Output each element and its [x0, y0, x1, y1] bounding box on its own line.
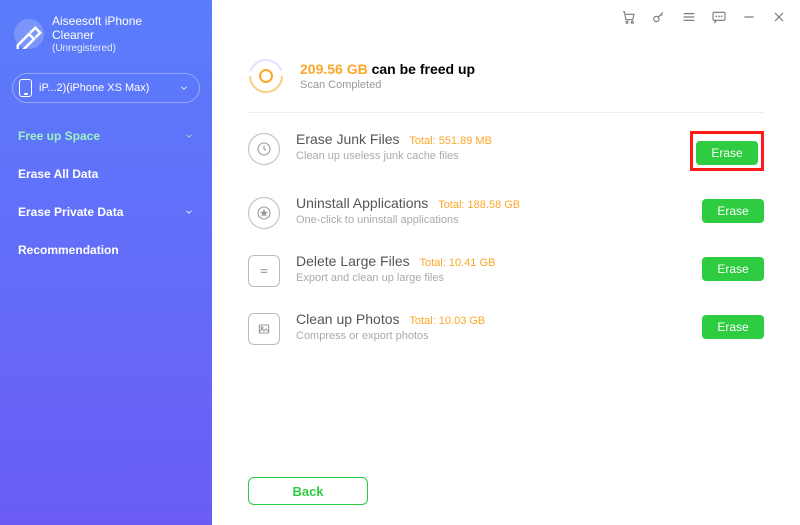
- nav-erase-all-data[interactable]: Erase All Data: [0, 155, 212, 193]
- row-size: 188.58 GB: [468, 199, 521, 211]
- minimize-icon[interactable]: [740, 8, 758, 26]
- scan-summary: 209.56 GB can be freed up Scan Completed: [248, 58, 764, 113]
- phone-icon: [19, 79, 32, 97]
- cart-icon[interactable]: [620, 8, 638, 26]
- summary-status: Scan Completed: [300, 79, 475, 91]
- feedback-icon[interactable]: [710, 8, 728, 26]
- brand-status: (Unregistered): [52, 43, 142, 55]
- total-prefix: Total:: [420, 257, 446, 269]
- image-icon: [248, 313, 280, 345]
- erase-junk-button[interactable]: Erase: [696, 141, 758, 165]
- brand-title-2: Cleaner: [52, 28, 94, 42]
- summary-suffix: can be freed up: [372, 61, 475, 77]
- key-icon[interactable]: [650, 8, 668, 26]
- brand-title-1: Aiseesoft iPhone: [52, 14, 142, 28]
- device-label: iP...2)(iPhone XS Max): [39, 82, 149, 94]
- device-selector[interactable]: iP...2)(iPhone XS Max): [12, 73, 200, 103]
- clock-icon: [248, 133, 280, 165]
- erase-apps-button[interactable]: Erase: [702, 199, 764, 223]
- brand-logo: [14, 19, 44, 49]
- row-sub: Export and clean up large files: [296, 272, 686, 284]
- cleanup-list: Erase Junk Files Total: 551.89 MB Clean …: [248, 131, 764, 345]
- target-icon: [248, 58, 284, 94]
- total-prefix: Total:: [409, 315, 435, 327]
- total-prefix: Total:: [438, 199, 464, 211]
- row-sub: One-click to uninstall applications: [296, 214, 686, 226]
- row-title: Clean up Photos: [296, 311, 400, 327]
- back-button[interactable]: Back: [248, 477, 368, 505]
- main-panel: 209.56 GB can be freed up Scan Completed…: [212, 0, 800, 525]
- erase-large-button[interactable]: Erase: [702, 257, 764, 281]
- menu-icon[interactable]: [680, 8, 698, 26]
- file-icon: [248, 255, 280, 287]
- row-size: 10.41 GB: [449, 257, 495, 269]
- row-junk-files: Erase Junk Files Total: 551.89 MB Clean …: [248, 131, 764, 171]
- row-title: Uninstall Applications: [296, 195, 428, 211]
- star-icon: [248, 197, 280, 229]
- nav-recommendation[interactable]: Recommendation: [0, 231, 212, 269]
- brand: Aiseesoft iPhone Cleaner (Unregistered): [0, 14, 212, 69]
- nav-free-up-space[interactable]: Free up Space: [0, 117, 212, 155]
- row-uninstall-apps: Uninstall Applications Total: 188.58 GB …: [248, 195, 764, 229]
- chevron-down-icon: [184, 131, 194, 141]
- row-size: 551.89 MB: [439, 135, 492, 147]
- highlight-annotation: Erase: [690, 131, 764, 171]
- row-title: Erase Junk Files: [296, 131, 399, 147]
- sidebar-nav: Free up Space Erase All Data Erase Priva…: [0, 117, 212, 269]
- row-size: 10.03 GB: [439, 315, 485, 327]
- row-sub: Clean up useless junk cache files: [296, 150, 674, 162]
- window-controls: [620, 8, 788, 26]
- nav-label: Recommendation: [18, 243, 119, 257]
- total-prefix: Total:: [409, 135, 435, 147]
- row-sub: Compress or export photos: [296, 330, 686, 342]
- row-title: Delete Large Files: [296, 253, 410, 269]
- chevron-down-icon: [184, 207, 194, 217]
- close-icon[interactable]: [770, 8, 788, 26]
- sidebar: Aiseesoft iPhone Cleaner (Unregistered) …: [0, 0, 212, 525]
- erase-photos-button[interactable]: Erase: [702, 315, 764, 339]
- chevron-down-icon: [179, 83, 189, 93]
- nav-label: Erase All Data: [18, 167, 98, 181]
- row-large-files: Delete Large Files Total: 10.41 GB Expor…: [248, 253, 764, 287]
- summary-amount: 209.56 GB: [300, 61, 368, 77]
- nav-label: Erase Private Data: [18, 205, 123, 219]
- nav-erase-private-data[interactable]: Erase Private Data: [0, 193, 212, 231]
- summary-line1: 209.56 GB can be freed up: [300, 61, 475, 77]
- nav-label: Free up Space: [18, 129, 100, 143]
- row-photos: Clean up Photos Total: 10.03 GB Compress…: [248, 311, 764, 345]
